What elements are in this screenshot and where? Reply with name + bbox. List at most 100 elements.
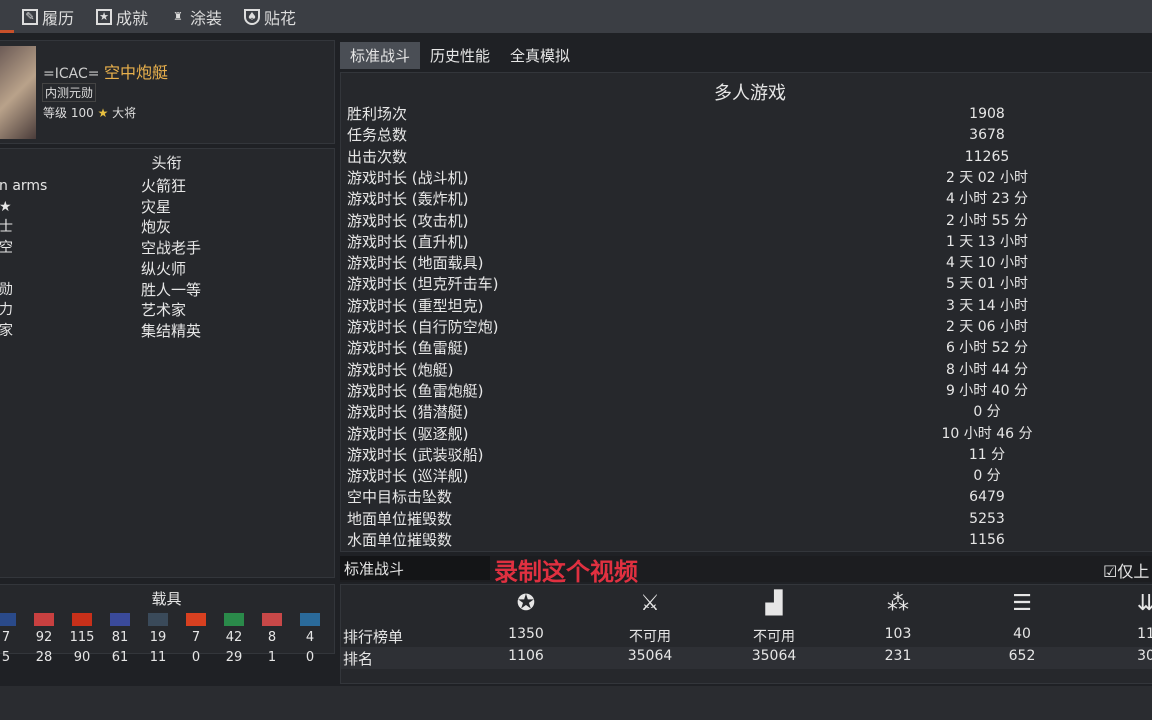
leaderboard-label: 排行榜单 <box>343 628 404 646</box>
subtab-simulator[interactable]: 全真模拟 <box>500 42 580 69</box>
stat-label: 游戏时长 (坦克歼击车) <box>347 275 499 294</box>
stat-value: 10 小时 46 分 <box>941 425 1033 442</box>
profile-card: =ICAC= 空中炮艇 内测元勋 等级 100 ★ 大将 <box>0 40 335 144</box>
avatar[interactable] <box>0 46 36 139</box>
leaderboard-value: 11 <box>1137 626 1152 642</box>
player-badge: 内测元勋 <box>42 83 97 102</box>
germany-flag-icon <box>34 613 54 626</box>
stat-label: 游戏时长 (轰炸机) <box>347 190 469 209</box>
checkmark-icon: ☑ <box>1103 562 1118 581</box>
podium-icon: ▟ <box>765 591 783 616</box>
shield-decal-icon: ♠ <box>244 8 261 25</box>
stat-value: 11265 <box>964 148 1010 165</box>
rank-value: 30 <box>1137 648 1152 664</box>
stat-row: 水面单位摧毁数 1156 <box>347 530 1147 551</box>
stat-value: 5 天 01 小时 <box>945 276 1029 293</box>
stat-value: 6 小时 52 分 <box>945 340 1029 357</box>
stat-row: 游戏时长 (战斗机) 2 天 02 小时 <box>347 168 1147 189</box>
stat-label: 游戏时长 (鱼雷炮艇) <box>347 381 484 400</box>
stat-row: 游戏时长 (直升机) 1 天 13 小时 <box>347 232 1147 253</box>
stat-value: 8 小时 44 分 <box>945 361 1029 378</box>
usa-flag-icon <box>0 613 16 626</box>
stat-label: 任务总数 <box>347 126 408 145</box>
air-kills-icon: ⁂ <box>887 591 909 616</box>
stat-label: 游戏时长 (驱逐舰) <box>347 424 469 443</box>
stat-value: 4 天 10 小时 <box>945 255 1029 272</box>
tab-decals[interactable]: ♠ 贴花 <box>244 5 296 29</box>
tab-camouflage[interactable]: ♜ 涂装 <box>170 5 222 29</box>
ground-kills-icon: ☰ <box>1012 591 1032 616</box>
leaderboard-value: 40 <box>1013 626 1031 642</box>
leaderboard-value: 103 <box>884 626 912 642</box>
star-achievement-icon: ★ <box>96 8 113 25</box>
stat-row: 胜利场次 1908 <box>347 104 1147 125</box>
stat-label: 游戏时长 (炮艇) <box>347 360 454 379</box>
rank-value: 231 <box>884 648 912 664</box>
nation-column-germany[interactable]: 92 28 <box>29 613 59 668</box>
vehicles-heading: 载具 <box>151 590 182 608</box>
stat-row: 游戏时长 (攻击机) 2 小时 55 分 <box>347 211 1147 232</box>
top-tab-bar: ✎ 履历 ★ 成就 ♜ 涂装 ♠ 贴花 <box>0 0 1152 33</box>
stat-row: 游戏时长 (鱼雷炮艇) 9 小时 40 分 <box>347 381 1147 402</box>
titles-panel: 头衔 n arms ★ 士空勋力家 火箭狂 灾星 炮灰 空战老手 纵火师 胜人一等 艺术家 集结精… <box>0 148 335 578</box>
service-record-icon: ✎ <box>22 8 38 25</box>
stat-row: 地面单位摧毁数 5253 <box>347 509 1147 530</box>
stat-row: 游戏时长 (轰炸机) 4 小时 23 分 <box>347 189 1147 210</box>
stat-label: 出击次数 <box>347 147 408 166</box>
stat-row: 游戏时长 (鱼雷艇) 6 小时 52 分 <box>347 338 1147 359</box>
stat-label: 游戏时长 (地面载具) <box>347 254 484 273</box>
nation-column-italy[interactable]: 42 29 <box>219 613 249 668</box>
player-level: 等级 100 ★ 大将 <box>43 106 137 120</box>
stat-label: 游戏时长 (战斗机) <box>347 168 469 187</box>
stat-row: 游戏时长 (坦克歼击车) 5 天 01 小时 <box>347 274 1147 295</box>
stat-row: 任务总数 3678 <box>347 125 1147 146</box>
stat-value: 9 小时 40 分 <box>945 382 1029 399</box>
mode-select[interactable]: 标准战斗 <box>340 556 490 580</box>
nation-column-sweden[interactable]: 40 <box>295 613 325 668</box>
rank-value: 652 <box>1008 648 1036 664</box>
nation-column-ussr[interactable]: 115 90 <box>67 613 97 668</box>
stat-row: 游戏时长 (重型坦克) 3 天 14 小时 <box>347 296 1147 317</box>
tab-service-record[interactable]: ✎ 履历 <box>22 5 74 29</box>
stat-row: 游戏时长 (地面载具) 4 天 10 小时 <box>347 253 1147 274</box>
subtab-realistic[interactable]: 历史性能 <box>420 42 500 69</box>
leaderboard-value: 1350 <box>508 626 544 642</box>
leaderboard-value: 不可用 <box>629 629 671 645</box>
stat-label: 游戏时长 (武装驳船) <box>347 445 484 464</box>
rank-value: 35064 <box>751 648 797 664</box>
naval-kills-icon: ⇊ <box>1136 591 1152 616</box>
stat-value: 3 天 14 小时 <box>945 297 1029 314</box>
stat-value: 2 天 06 小时 <box>945 319 1029 335</box>
rank-star-icon: ★ <box>97 106 109 120</box>
tab-achievements[interactable]: ★ 成就 <box>96 5 148 29</box>
stat-value: 6479 <box>969 489 1005 506</box>
stat-label: 游戏时长 (巡洋舰) <box>347 467 469 486</box>
nation-column-japan[interactable]: 19 11 <box>143 613 173 668</box>
stat-label: 游戏时长 (直升机) <box>347 232 469 251</box>
crossed-swords-icon: ⚔ <box>640 591 660 616</box>
ussr-flag-icon <box>72 613 92 626</box>
nation-column-britain[interactable]: 81 61 <box>105 613 135 668</box>
stat-row: 游戏时长 (巡洋舰) 0 分 <box>347 466 1147 487</box>
stat-value: 1156 <box>969 532 1005 548</box>
sweden-flag-icon <box>300 613 320 626</box>
nation-column-usa[interactable]: 75 <box>0 613 21 668</box>
japan-flag-icon <box>148 613 168 626</box>
player-name: =ICAC= 空中炮艇 <box>43 63 168 82</box>
leaderboard-panel: 排行榜单 排名 ✪ 1350 1106 ⚔ 不可用 35064 ▟ 不可用 35064 ⁂ 103 2… <box>340 584 1152 684</box>
stat-value: 2 天 02 小时 <box>945 169 1029 186</box>
nation-column-china[interactable]: 70 <box>181 613 211 668</box>
filter-checkbox[interactable]: ☑仅上 <box>1103 558 1149 582</box>
stat-value: 3678 <box>969 127 1005 144</box>
stat-label: 游戏时长 (猎潜艇) <box>347 403 469 422</box>
stat-label: 游戏时长 (攻击机) <box>347 211 469 230</box>
stat-value: 4 小时 23 分 <box>945 191 1029 208</box>
stat-row: 空中目标击坠数 6479 <box>347 487 1147 508</box>
stat-value: 0 分 <box>973 404 1001 421</box>
subtab-arcade[interactable]: 标准战斗 <box>340 42 421 69</box>
nation-column-france[interactable]: 81 <box>257 613 287 668</box>
britain-flag-icon <box>110 613 130 626</box>
victories-icon: ✪ <box>516 591 536 616</box>
stat-value: 1 天 13 小时 <box>945 233 1029 250</box>
stat-value: 2 小时 55 分 <box>945 212 1029 229</box>
